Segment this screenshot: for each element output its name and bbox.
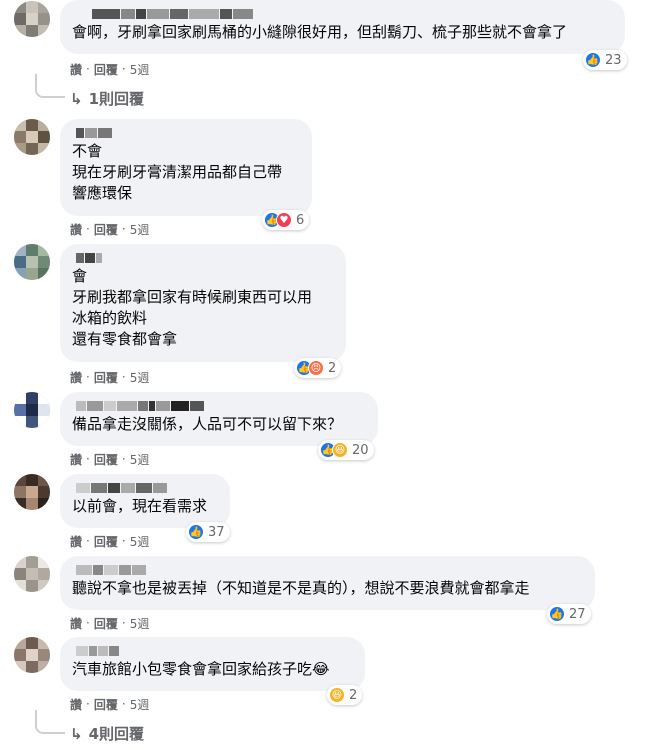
separator: · <box>86 452 90 466</box>
reaction-count: 6 <box>296 212 305 228</box>
view-replies-label: 1則回覆 <box>88 90 145 108</box>
separator: · <box>86 534 90 548</box>
avatar[interactable] <box>14 119 50 155</box>
reaction-count: 2 <box>349 687 358 703</box>
timestamp[interactable]: 5週 <box>130 221 150 238</box>
separator: · <box>121 697 126 711</box>
reaction-summary[interactable]: 😆 2 <box>327 685 363 705</box>
avatar[interactable] <box>14 556 50 592</box>
timestamp[interactable]: 5週 <box>130 451 150 468</box>
comment-bubble: 會 牙刷我都拿回家有時候刷東西可以用 冰箱的飲料 還有零食都會拿 <box>60 244 346 362</box>
like-button[interactable]: 讚 <box>70 369 82 386</box>
like-button[interactable]: 讚 <box>70 615 82 632</box>
like-reaction-icon: 👍 <box>585 52 601 68</box>
avatar[interactable] <box>14 1 50 37</box>
comment-text: 不會 現在牙刷牙膏清潔用品都自己帶 響應環保 <box>72 142 283 202</box>
reply-arrow-icon: ↳ <box>70 89 83 108</box>
reply-button[interactable]: 回覆 <box>94 451 118 468</box>
like-reaction-icon: 👍 <box>549 606 565 622</box>
haha-reaction-icon: 😆 <box>332 442 348 458</box>
comment-text: 以前會，現在看需求 <box>72 497 208 515</box>
author-name[interactable] <box>72 481 218 496</box>
separator: · <box>121 534 126 548</box>
like-button[interactable]: 讚 <box>70 61 82 78</box>
comment-bubble: 備品拿走沒關係，人品可不可以留下來？ <box>60 392 378 446</box>
author-name[interactable] <box>72 7 613 22</box>
reply-arrow-icon: ↳ <box>70 724 83 743</box>
timestamp[interactable]: 5週 <box>130 696 150 713</box>
separator: · <box>121 452 126 466</box>
separator: · <box>121 222 126 236</box>
avatar[interactable] <box>14 637 50 673</box>
reply-button[interactable]: 回覆 <box>94 61 118 78</box>
separator: · <box>86 370 90 384</box>
like-button[interactable]: 讚 <box>70 696 82 713</box>
view-replies-button[interactable]: ↳ 1則回覆 <box>70 88 144 109</box>
author-name[interactable] <box>72 399 366 414</box>
separator: · <box>86 697 90 711</box>
timestamp[interactable]: 5週 <box>130 61 150 78</box>
reply-button[interactable]: 回覆 <box>94 533 118 550</box>
author-name[interactable] <box>72 126 300 141</box>
avatar[interactable] <box>14 474 50 510</box>
avatar[interactable] <box>14 244 50 280</box>
like-button[interactable]: 讚 <box>70 533 82 550</box>
comment-bubble: 聽說不拿也是被丟掉（不知道是不是真的），想說不要浪費就會都拿走 <box>60 556 595 610</box>
reaction-count: 20 <box>352 442 369 458</box>
view-replies-button[interactable]: ↳ 4則回覆 <box>70 723 144 744</box>
comment-text: 聽說不拿也是被丟掉（不知道是不是真的），想說不要浪費就會都拿走 <box>72 579 530 597</box>
comment-text: 備品拿走沒關係，人品可不可以留下來？ <box>72 415 343 433</box>
separator: · <box>121 616 126 630</box>
avatar[interactable] <box>14 392 50 428</box>
reply-thread-line <box>35 74 65 98</box>
separator: · <box>86 616 90 630</box>
separator: · <box>121 370 126 384</box>
timestamp[interactable]: 5週 <box>130 533 150 550</box>
view-replies-label: 4則回覆 <box>88 725 145 743</box>
reaction-summary[interactable]: 👍 ♥ 6 <box>262 210 310 230</box>
reaction-count: 37 <box>208 524 225 540</box>
comment-bubble: 以前會，現在看需求 <box>60 474 230 528</box>
love-reaction-icon: ♥ <box>276 212 292 228</box>
reaction-summary[interactable]: 👍 27 <box>547 604 591 624</box>
comment-text: 會啊，牙刷拿回家刷馬桶的小縫隙很好用，但刮鬍刀、梳子那些就不會拿了 <box>72 23 568 41</box>
author-name[interactable] <box>72 251 334 266</box>
reaction-summary[interactable]: 👍 23 <box>583 50 627 70</box>
separator: · <box>121 62 126 76</box>
author-name[interactable] <box>72 644 353 659</box>
timestamp[interactable]: 5週 <box>130 369 150 386</box>
comment-text: 會 牙刷我都拿回家有時候刷東西可以用 冰箱的飲料 還有零食都會拿 <box>72 267 313 348</box>
reply-button[interactable]: 回覆 <box>94 696 118 713</box>
angry-reaction-icon: 😠 <box>308 360 324 376</box>
separator: · <box>86 62 90 76</box>
reaction-count: 27 <box>569 606 586 622</box>
reaction-summary[interactable]: 👍 😆 20 <box>318 440 374 460</box>
author-name[interactable] <box>72 563 583 578</box>
reply-button[interactable]: 回覆 <box>94 369 118 386</box>
like-button[interactable]: 讚 <box>70 451 82 468</box>
reply-button[interactable]: 回覆 <box>94 615 118 632</box>
reaction-summary[interactable]: 👍 37 <box>186 522 230 542</box>
haha-reaction-icon: 😆 <box>329 687 345 703</box>
reaction-count: 2 <box>328 360 337 376</box>
timestamp[interactable]: 5週 <box>130 615 150 632</box>
reaction-count: 23 <box>605 52 622 68</box>
comment-bubble: 不會 現在牙刷牙膏清潔用品都自己帶 響應環保 <box>60 119 312 216</box>
reaction-summary[interactable]: 👍 😠 2 <box>294 358 342 378</box>
like-button[interactable]: 讚 <box>70 221 82 238</box>
reply-thread-line <box>35 710 65 734</box>
comment-bubble: 會啊，牙刷拿回家刷馬桶的小縫隙很好用，但刮鬍刀、梳子那些就不會拿了 <box>60 0 625 54</box>
separator: · <box>86 222 90 236</box>
comment-text: 汽車旅館小包零食會拿回家給孩子吃😂 <box>72 660 330 678</box>
comment-bubble: 汽車旅館小包零食會拿回家給孩子吃😂 <box>60 637 365 691</box>
like-reaction-icon: 👍 <box>188 524 204 540</box>
reply-button[interactable]: 回覆 <box>94 221 118 238</box>
